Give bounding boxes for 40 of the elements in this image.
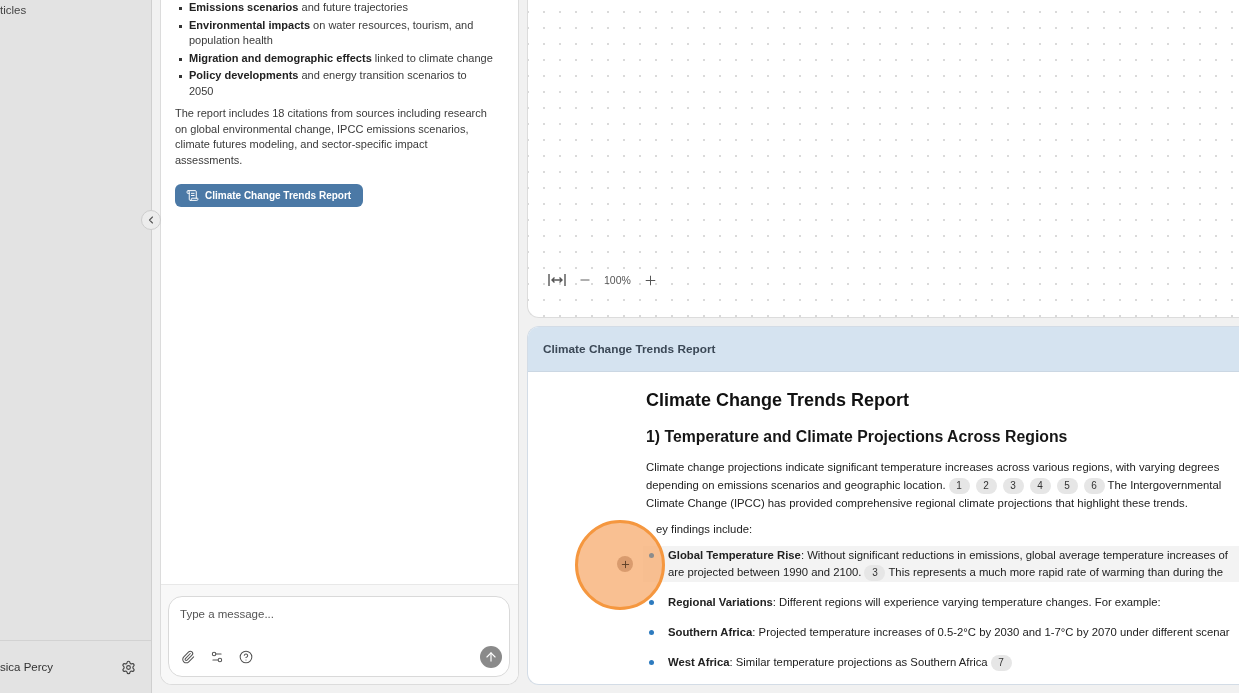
zoom-in-icon[interactable] [642,272,658,288]
summary-text: The report includes 18 citations from sources including research on global environmental change, IPCC emissions scenarios, climate futures modeling, and sector-specific impact assessments. [175,106,488,168]
arrow-up-icon [484,650,498,664]
paperclip-icon[interactable] [181,650,195,664]
citation-link[interactable]: 2 [975,478,997,494]
report-header-title: Climate Change Trends Report [543,342,716,356]
citation-link[interactable]: 3 [864,565,886,582]
fit-width-icon[interactable] [548,273,566,287]
finding-text: Global Temperature Rise: Without significant reductions in emissions, global average temperature increases of are projected between 1990 and 2100. 3 This represents a much more rapid rate of warming than during the [668,547,1228,582]
collapse-button[interactable] [141,210,161,230]
help-icon[interactable] [239,650,253,664]
send-button[interactable] [480,646,502,668]
settings-icon[interactable] [121,659,136,675]
bullet-icon [179,7,182,10]
section-heading: 1) Temperature and Climate Projections Across Regions [646,427,1068,447]
bullet-text: Policy developments and energy transition scenarios to 2050 [189,68,468,99]
findings-label: ey findings include: [656,522,753,536]
message-input[interactable]: Type a message... [180,606,480,622]
bullet-icon [179,24,182,28]
zoom-level: 100% [604,274,631,286]
user-name: sica Percy [0,661,54,673]
citation-link[interactable]: 5 [1056,478,1078,494]
citation-link[interactable]: 1 [948,478,970,494]
bullet-icon [179,75,182,78]
citation-link[interactable]: 4 [1029,478,1051,494]
citation-link[interactable]: 3 [1002,478,1024,494]
bullet-text: Emissions scenarios and future trajectories [189,0,408,15]
finding-text: Regional Variations: Different regions will experience varying temperature changes. For example: [668,595,1161,611]
finding-text: Southern Africa: Projected temperature increases of 0.5-2°C by 2030 and 1-7°C by 2070 under different scenar [668,625,1230,641]
citation-link[interactable]: 7 [990,655,1012,672]
report-button[interactable]: Climate Change Trends Report [175,184,364,207]
bullet-text: Migration and demographic effects linked to climate change [189,50,493,66]
report-title: Climate Change Trends Report [646,389,910,411]
sidebar-item[interactable]: ticles [0,4,27,16]
paragraph: Climate change projections indicate significant temperature increases across various regions, with varying degrees depending on emissions scenarios and geographic location. 1 2 3 4 5 6 The Intergovernmental Climate Change (IPCC) has provided comprehensive regional climate projections that highlight these trends. [646,460,1222,511]
finding-text: West Africa: Similar temperature projections as Southern Africa 7 [668,654,1015,672]
citation-link[interactable]: 6 [1083,478,1105,494]
bullet-icon [179,57,182,61]
scroll-icon [186,189,199,202]
sliders-icon[interactable] [210,650,224,664]
